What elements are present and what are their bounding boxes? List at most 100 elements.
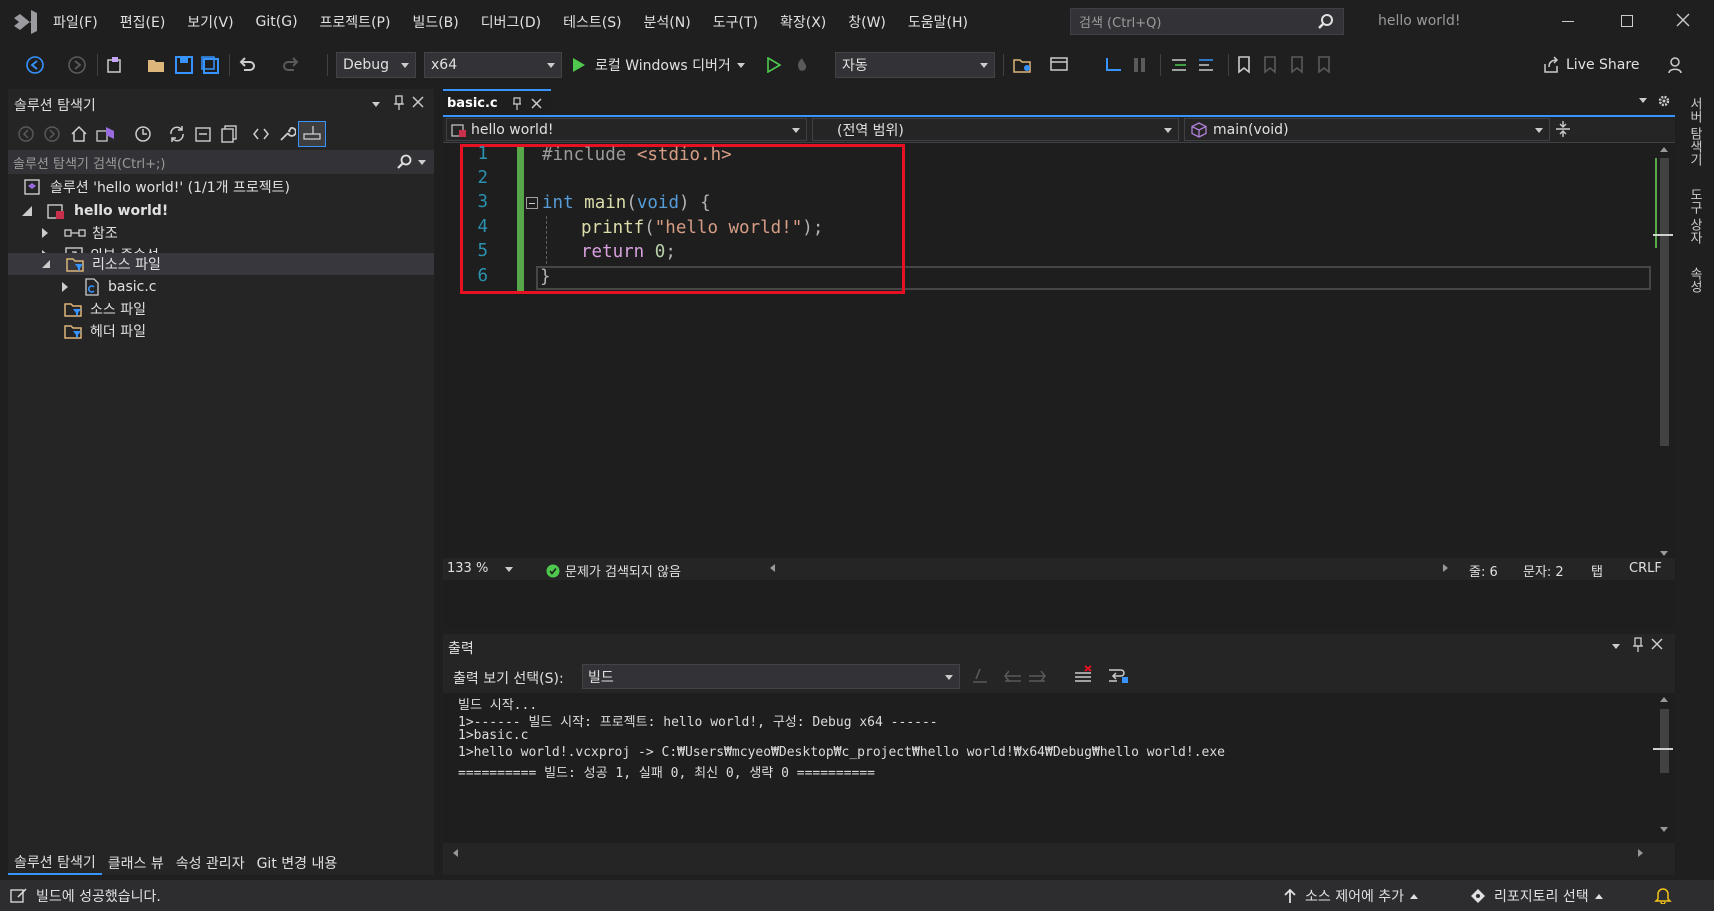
visual-studio-logo-icon[interactable] bbox=[12, 10, 38, 34]
tab-toolbox[interactable]: 도구 상자 bbox=[1678, 182, 1704, 250]
next-bookmark-icon[interactable] bbox=[1290, 56, 1308, 74]
prev-bookmark-icon[interactable] bbox=[1263, 56, 1281, 74]
indent-indicator[interactable]: 탭 bbox=[1591, 561, 1603, 580]
live-share-button[interactable]: Live Share bbox=[1542, 56, 1639, 74]
tree-references[interactable]: 참조 bbox=[42, 221, 118, 245]
expanded-arrow-icon[interactable] bbox=[22, 206, 32, 216]
menu-extensions[interactable]: 확장(X) bbox=[769, 0, 837, 44]
menu-window[interactable]: 창(W) bbox=[837, 0, 897, 44]
output-vertical-scrollbar[interactable] bbox=[1653, 693, 1675, 843]
char-indicator[interactable]: 문자: 2 bbox=[1523, 561, 1564, 580]
pin-icon[interactable] bbox=[511, 97, 523, 111]
menu-analyze[interactable]: 분석(N) bbox=[633, 0, 702, 44]
menu-tools[interactable]: 도구(T) bbox=[702, 0, 769, 44]
view-code-icon[interactable] bbox=[252, 126, 270, 142]
tab-solution-explorer[interactable]: 솔루션 탐색기 bbox=[8, 851, 102, 875]
zoom-dropdown-icon[interactable] bbox=[505, 567, 513, 572]
maximize-icon[interactable] bbox=[1621, 15, 1633, 27]
member-dropdown[interactable]: main(void) bbox=[1184, 118, 1550, 141]
undo-icon[interactable] bbox=[238, 56, 256, 74]
scroll-up-icon[interactable] bbox=[1660, 697, 1668, 702]
go-to-error-icon[interactable] bbox=[970, 666, 990, 686]
project-scope-dropdown[interactable]: hello world! bbox=[446, 118, 807, 141]
scroll-down-icon[interactable] bbox=[1660, 551, 1668, 556]
minimize-icon[interactable] bbox=[1562, 21, 1574, 22]
tab-basic-c[interactable]: basic.c bbox=[443, 89, 551, 115]
target-dropdown[interactable]: 자동 bbox=[835, 52, 995, 78]
expanded-arrow-icon[interactable] bbox=[42, 260, 50, 268]
clear-bookmarks-icon[interactable] bbox=[1317, 56, 1335, 74]
search-input[interactable]: 검색 (Ctrl+Q) bbox=[1070, 8, 1344, 35]
add-source-control-button[interactable]: 소스 제어에 추가 bbox=[1283, 886, 1419, 906]
output-source-dropdown[interactable]: 빌드 bbox=[582, 664, 960, 689]
bookmark-icon[interactable] bbox=[1237, 56, 1255, 74]
pin-icon[interactable] bbox=[392, 95, 406, 111]
platform-dropdown[interactable]: x64 bbox=[424, 52, 562, 78]
notification-bell-icon[interactable] bbox=[1654, 886, 1672, 904]
tree-project[interactable]: hello world! bbox=[22, 199, 168, 223]
feedback-icon[interactable] bbox=[1667, 56, 1685, 74]
tree-resource-files[interactable]: 리소스 파일 bbox=[42, 252, 161, 276]
menu-project[interactable]: 프로젝트(P) bbox=[309, 0, 402, 44]
switch-views-icon[interactable] bbox=[96, 125, 116, 143]
collapse-toggle-icon[interactable] bbox=[526, 197, 538, 209]
scroll-thumb[interactable] bbox=[1660, 709, 1669, 773]
hscroll-right-icon[interactable] bbox=[1638, 849, 1643, 857]
sync-icon[interactable] bbox=[168, 125, 186, 143]
forward-icon[interactable] bbox=[44, 126, 60, 142]
panel-close-icon[interactable] bbox=[412, 96, 424, 108]
properties-wrench-icon[interactable] bbox=[278, 125, 296, 143]
next-message-icon[interactable] bbox=[1027, 666, 1047, 686]
menu-view[interactable]: 보기(V) bbox=[176, 0, 244, 44]
code-area[interactable]: 1 2 3 4 5 6 #include <stdio.h> int main … bbox=[443, 144, 1653, 558]
prev-message-icon[interactable] bbox=[1003, 666, 1023, 686]
back-icon[interactable] bbox=[26, 56, 44, 74]
vertical-scrollbar[interactable] bbox=[1653, 144, 1675, 558]
hot-reload-icon[interactable] bbox=[793, 56, 811, 74]
hscroll-left-icon[interactable] bbox=[453, 849, 458, 857]
menu-git[interactable]: Git(G) bbox=[245, 0, 309, 44]
solution-folder-icon[interactable] bbox=[1013, 56, 1031, 74]
scroll-up-icon[interactable] bbox=[1660, 147, 1668, 152]
tab-list-dropdown-icon[interactable] bbox=[1639, 98, 1647, 103]
select-repository-button[interactable]: 리포지토리 선택 bbox=[1470, 886, 1603, 906]
panel-menu-icon[interactable] bbox=[1612, 644, 1620, 649]
pin-icon[interactable] bbox=[1631, 637, 1645, 653]
hscroll-left-icon[interactable] bbox=[770, 564, 775, 572]
tab-class-view[interactable]: 클래스 뷰 bbox=[102, 851, 170, 875]
hscroll-right-icon[interactable] bbox=[1443, 564, 1448, 572]
preview-selected-icon[interactable] bbox=[298, 121, 326, 147]
tree-solution[interactable]: 솔루션 'hello world!' (1/1개 프로젝트) bbox=[22, 175, 290, 199]
settings-gear-icon[interactable] bbox=[1657, 94, 1671, 108]
issues-indicator[interactable]: 문제가 검색되지 않음 bbox=[546, 561, 681, 580]
scope-dropdown[interactable]: (전역 범위) bbox=[812, 118, 1179, 141]
tab-git-changes[interactable]: Git 변경 내용 bbox=[251, 851, 344, 875]
save-all-icon[interactable] bbox=[201, 56, 219, 74]
back-icon[interactable] bbox=[18, 126, 34, 142]
tree-header-files[interactable]: 헤더 파일 bbox=[64, 319, 146, 343]
menu-help[interactable]: 도움말(H) bbox=[897, 0, 979, 44]
menu-file[interactable]: 파일(F) bbox=[42, 0, 109, 44]
redo-icon[interactable] bbox=[282, 56, 300, 74]
pending-changes-filter-icon[interactable] bbox=[134, 125, 152, 143]
step-over-icon[interactable] bbox=[1132, 56, 1150, 74]
show-all-files-icon[interactable] bbox=[220, 125, 238, 143]
status-output-icon[interactable] bbox=[10, 887, 28, 903]
menu-edit[interactable]: 편집(E) bbox=[109, 0, 177, 44]
new-project-icon[interactable] bbox=[106, 56, 124, 74]
line-indicator[interactable]: 줄: 6 bbox=[1469, 561, 1498, 580]
window-layout-icon[interactable] bbox=[1050, 56, 1068, 74]
step-into-icon[interactable] bbox=[1104, 56, 1122, 74]
scroll-thumb[interactable] bbox=[1660, 158, 1669, 446]
collapsed-arrow-icon[interactable] bbox=[62, 282, 68, 292]
start-debug-button[interactable]: 로컬 Windows 디버거 bbox=[572, 52, 745, 78]
open-folder-icon[interactable] bbox=[147, 56, 165, 74]
tab-close-icon[interactable] bbox=[531, 98, 542, 109]
scroll-down-icon[interactable] bbox=[1660, 827, 1668, 832]
tab-server-explorer[interactable]: 서버 탐색기 bbox=[1678, 92, 1704, 172]
menu-debug[interactable]: 디버그(D) bbox=[470, 0, 552, 44]
forward-icon[interactable] bbox=[68, 56, 86, 74]
output-text-area[interactable]: 빌드 시작... 1>------ 빌드 시작: 프로젝트: hello wor… bbox=[443, 693, 1653, 843]
config-dropdown[interactable]: Debug bbox=[336, 52, 416, 78]
word-wrap-icon[interactable] bbox=[1107, 665, 1129, 685]
